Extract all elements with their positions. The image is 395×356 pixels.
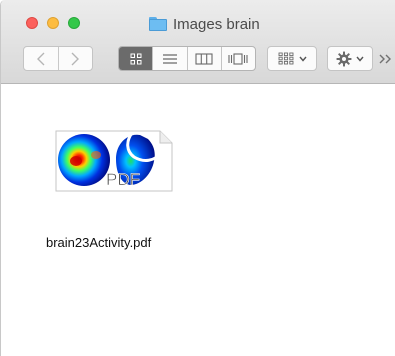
action-button[interactable]	[327, 46, 373, 71]
close-window-button[interactable]	[26, 17, 38, 29]
window-title-text: Images brain	[173, 15, 260, 33]
list-view-button[interactable]	[152, 47, 186, 70]
navigation-buttons	[23, 46, 93, 71]
pdf-brain-activity-thumbnail: PDF	[55, 130, 173, 192]
window-title: Images brain	[149, 14, 260, 34]
forward-button[interactable]	[57, 47, 93, 70]
view-mode-segmented-control	[118, 46, 256, 71]
chevron-left-icon	[36, 52, 45, 65]
icon-view-button[interactable]	[119, 47, 153, 70]
folder-icon	[149, 17, 167, 31]
chevron-down-icon	[298, 56, 307, 62]
zoom-window-button[interactable]	[68, 17, 80, 29]
finder-window: Images brain PDF brain23Activity.pdf	[0, 0, 395, 356]
column-view-icon	[195, 52, 213, 65]
cover-flow-icon	[228, 52, 248, 65]
file-name: brain23Activity.pdf	[46, 235, 152, 250]
chevron-down-icon	[356, 56, 364, 62]
gear-icon	[336, 51, 352, 66]
arrange-grid-icon	[278, 52, 293, 65]
minimize-window-button[interactable]	[47, 17, 59, 29]
toolbar-overflow-button[interactable]	[378, 46, 395, 71]
column-view-button[interactable]	[186, 47, 221, 70]
list-view-icon	[162, 53, 177, 64]
chevron-right-icon	[71, 52, 80, 65]
arrange-button[interactable]	[267, 46, 317, 71]
file-browser-content: PDF brain23Activity.pdf	[1, 85, 395, 356]
pdf-badge: PDF	[106, 170, 140, 189]
icon-view-icon	[130, 53, 142, 64]
cover-flow-view-button[interactable]	[220, 47, 255, 70]
titlebar: Images brain	[1, 0, 395, 84]
double-chevron-right-icon	[379, 54, 391, 63]
back-button[interactable]	[24, 47, 58, 70]
